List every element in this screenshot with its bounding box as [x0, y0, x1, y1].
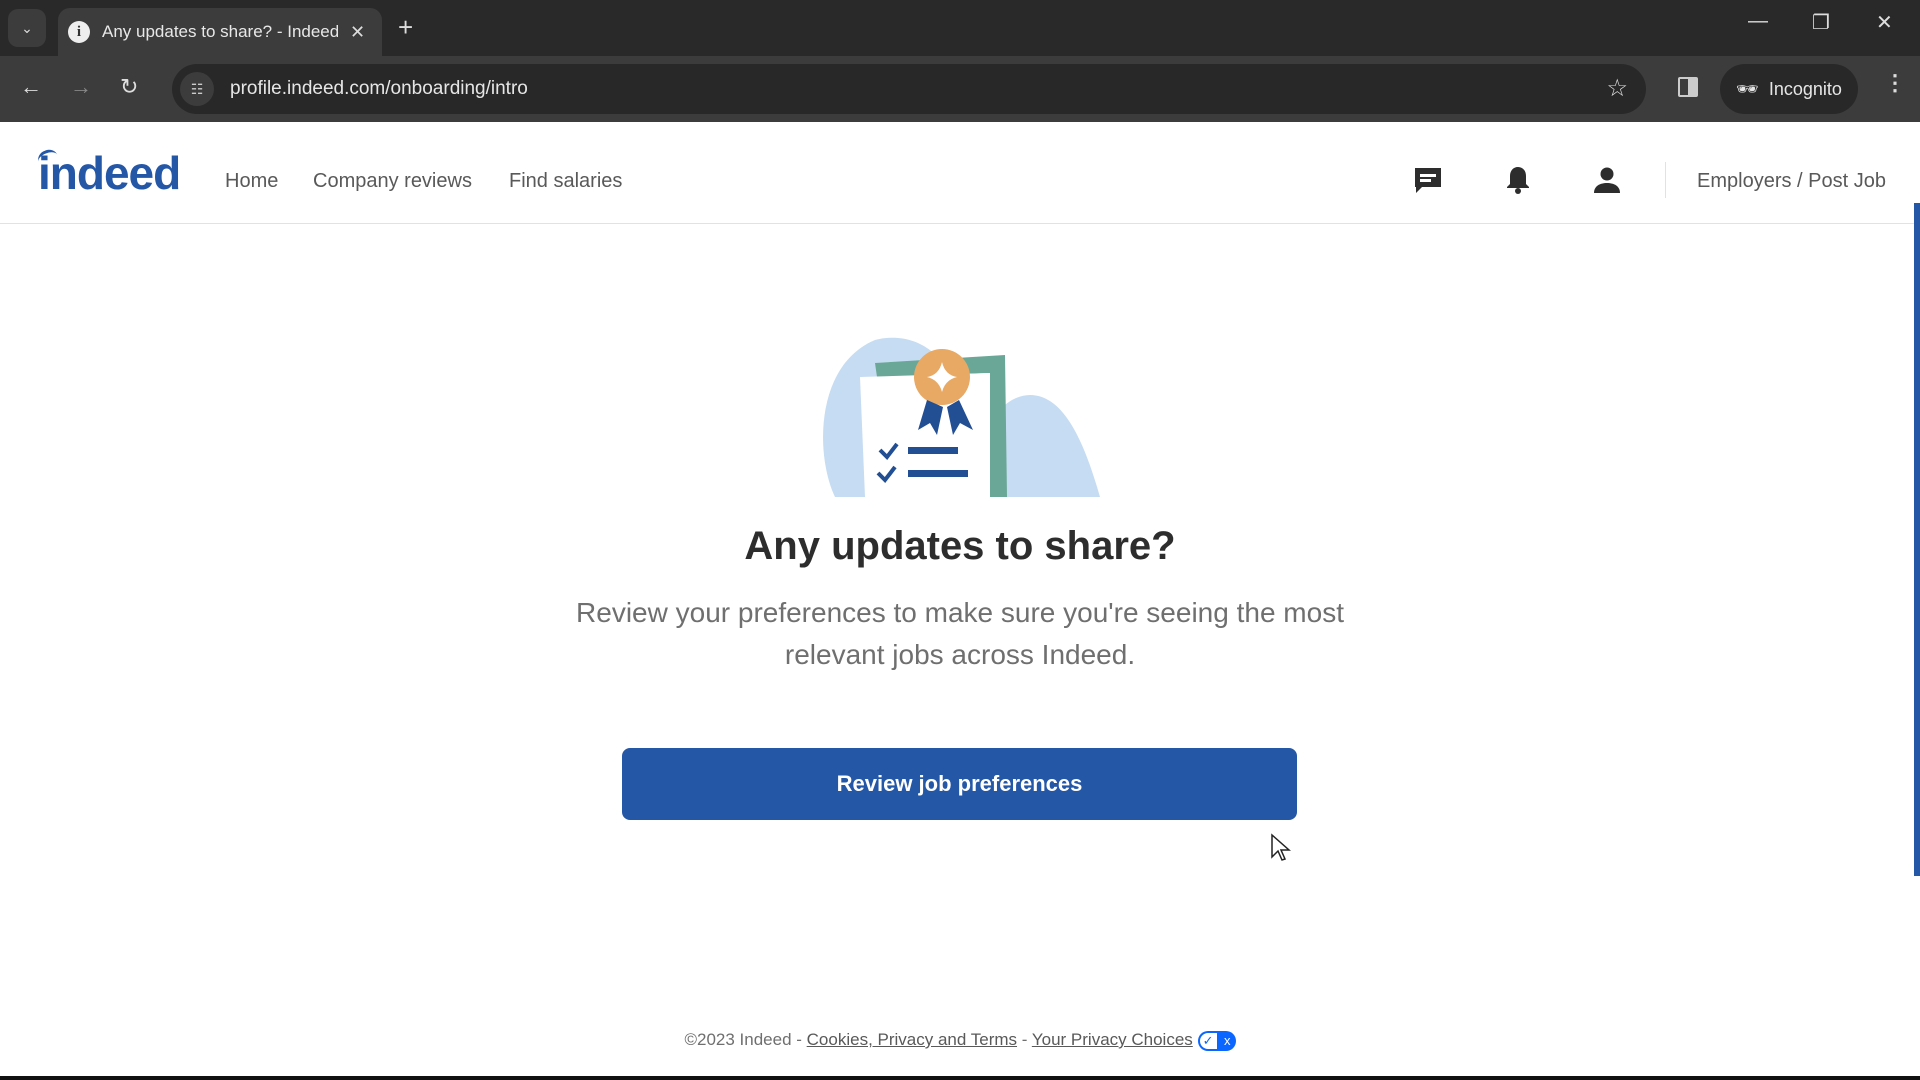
page-description: Review your preferences to make sure you…: [576, 597, 1344, 670]
nav-find-salaries[interactable]: Find salaries: [509, 170, 622, 193]
close-window-icon[interactable]: ✕: [1876, 10, 1893, 35]
copyright: ©2023 Indeed: [684, 1030, 792, 1049]
notifications-bell-icon[interactable]: [1502, 164, 1534, 196]
footer: ©2023 Indeed - Cookies, Privacy and Term…: [0, 1030, 1920, 1051]
browser-menu-icon[interactable]: ⋮: [1884, 70, 1906, 96]
url-text[interactable]: profile.indeed.com/onboarding/intro: [230, 78, 528, 100]
restore-icon[interactable]: ❐: [1812, 10, 1830, 35]
bookmark-star-icon[interactable]: ☆: [1606, 74, 1628, 103]
certificate-illustration: [823, 337, 1100, 497]
tab-search-button[interactable]: ⌄: [8, 9, 46, 47]
browser-tab-bar: ⌄ i Any updates to share? - Indeed ✕ + —…: [0, 0, 1920, 56]
new-tab-button[interactable]: +: [398, 12, 413, 43]
bottom-edge: [0, 1076, 1920, 1080]
privacy-choices-link[interactable]: Your Privacy Choices: [1032, 1030, 1193, 1049]
nav-company-reviews[interactable]: Company reviews: [313, 170, 472, 193]
indeed-logo[interactable]: indeed: [38, 146, 181, 200]
employers-post-job-link[interactable]: Employers / Post Job: [1697, 170, 1886, 193]
address-bar-row: ← → ↻ ☷ profile.indeed.com/onboarding/in…: [0, 56, 1920, 122]
omnibox[interactable]: ☷ profile.indeed.com/onboarding/intro ☆: [172, 64, 1646, 114]
profile-icon[interactable]: [1591, 164, 1623, 196]
scrollbar[interactable]: [1914, 203, 1920, 876]
messages-icon[interactable]: [1412, 164, 1444, 196]
side-panel-icon[interactable]: [1678, 77, 1698, 97]
separator: -: [791, 1030, 807, 1049]
header-divider: [1665, 162, 1666, 198]
review-job-preferences-button[interactable]: Review job preferences: [622, 748, 1297, 820]
browser-tab[interactable]: i Any updates to share? - Indeed ✕: [58, 8, 382, 56]
cookies-privacy-terms-link[interactable]: Cookies, Privacy and Terms: [807, 1030, 1017, 1049]
privacy-choices-toggle-icon[interactable]: ✓ x: [1197, 1030, 1236, 1051]
site-settings-icon[interactable]: ☷: [180, 72, 214, 106]
back-icon[interactable]: ←: [20, 74, 42, 100]
forward-icon[interactable]: →: [70, 74, 92, 100]
separator: -: [1017, 1030, 1032, 1049]
site-header: indeed Home Company reviews Find salarie…: [0, 122, 1920, 224]
close-tab-icon[interactable]: ✕: [350, 22, 365, 43]
incognito-label: Incognito: [1768, 78, 1842, 99]
info-icon: i: [68, 21, 90, 43]
incognito-badge[interactable]: 🕶 Incognito: [1720, 64, 1858, 114]
tab-title: Any updates to share? - Indeed: [102, 22, 338, 41]
reload-icon[interactable]: ↻: [120, 74, 138, 100]
incognito-icon: 🕶: [1736, 78, 1759, 99]
page-title: Any updates to share?: [744, 524, 1176, 568]
mouse-cursor-icon: [1271, 833, 1291, 861]
nav-home[interactable]: Home: [225, 170, 278, 193]
minimize-icon[interactable]: —: [1748, 10, 1768, 33]
